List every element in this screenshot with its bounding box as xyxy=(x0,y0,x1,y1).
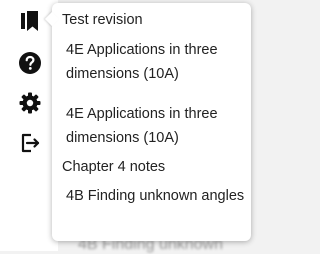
bookmark-icon[interactable] xyxy=(18,9,42,33)
gear-icon[interactable] xyxy=(18,91,42,115)
bookmark-item[interactable]: 4E Applications in three dimensions (10A… xyxy=(66,102,246,150)
help-icon[interactable] xyxy=(18,51,42,75)
heading-test-revision: Test revision xyxy=(62,12,143,28)
side-toolbar xyxy=(0,0,58,251)
bookmark-item[interactable]: 4E Applications in three dimensions (10A… xyxy=(66,38,246,86)
bookmark-item[interactable]: 4B Finding unknown angles xyxy=(66,184,246,208)
bookmarks-popover: Test revision 4E Applications in three d… xyxy=(52,3,251,241)
heading-chapter-notes: Chapter 4 notes xyxy=(62,159,166,175)
logout-icon[interactable] xyxy=(18,131,42,155)
